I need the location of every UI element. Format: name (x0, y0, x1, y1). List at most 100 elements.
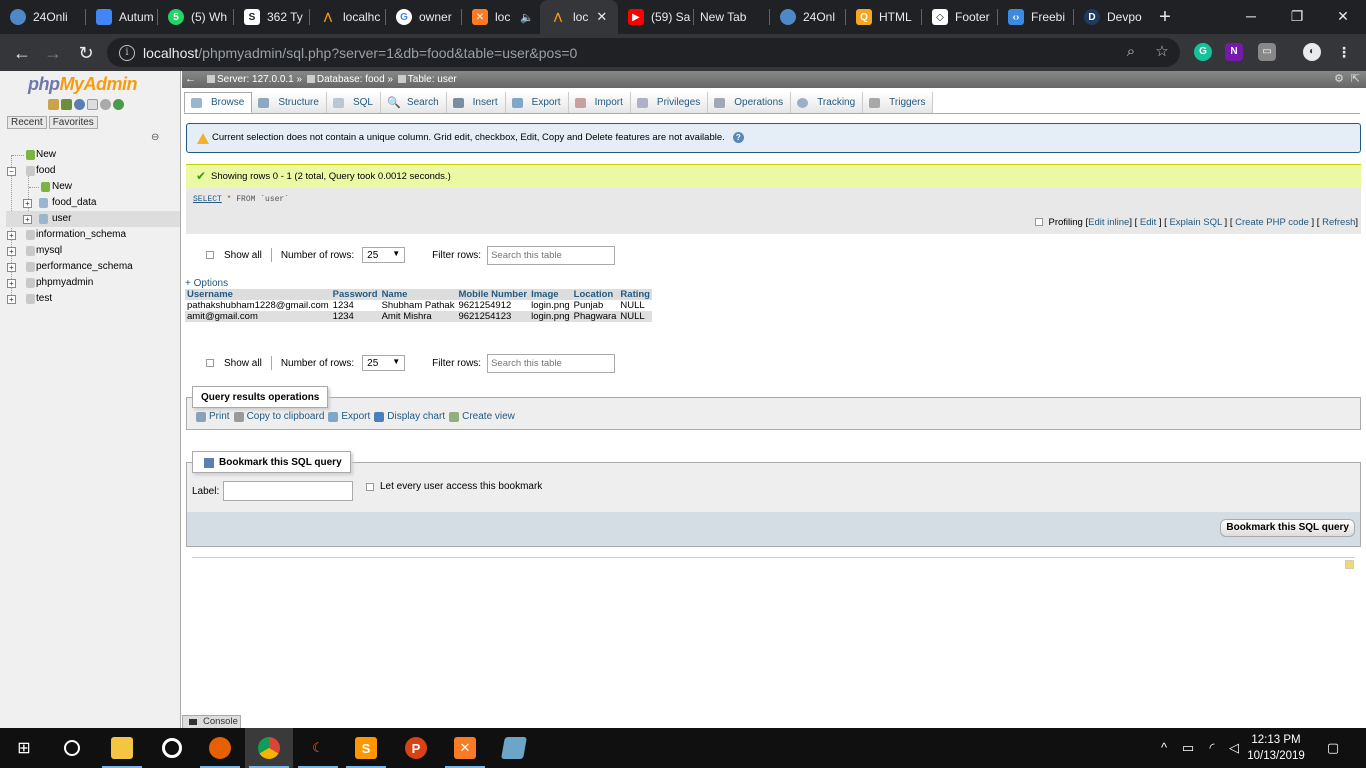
bookmark-star-icon[interactable]: ☆ (1152, 42, 1172, 62)
tab-triggers[interactable]: Triggers (863, 92, 934, 113)
edit-inline-link[interactable]: Edit inline (1088, 217, 1129, 228)
collapse-nav-icon[interactable]: ← (185, 71, 196, 88)
filter-rows-input[interactable] (487, 353, 616, 373)
page-settings-icon[interactable] (1345, 560, 1354, 569)
collapse-icon[interactable]: ⇱ (1351, 71, 1360, 88)
column-header-username[interactable]: Username (185, 289, 331, 300)
column-header-password[interactable]: Password (330, 289, 380, 300)
sql-query[interactable]: SELECT * FROM `user` (193, 195, 289, 204)
help-icon[interactable] (74, 99, 85, 110)
tree-item-food-data[interactable]: + food_data (6, 195, 180, 211)
filter-rows-input[interactable] (487, 245, 616, 265)
audio-icon[interactable]: 🔈 (520, 11, 534, 24)
expand-icon[interactable]: + (7, 247, 16, 256)
column-header-mobile[interactable]: Mobile Number (456, 289, 530, 300)
tree-item-user[interactable]: + user (6, 211, 180, 227)
breadcrumb-database[interactable]: Database: food (317, 74, 385, 85)
start-button[interactable]: ⊞ (0, 728, 48, 768)
create-view-link[interactable]: Create view (449, 411, 515, 422)
site-info-icon[interactable]: i (119, 44, 135, 61)
expand-icon[interactable]: + (23, 199, 32, 208)
edit-link[interactable]: Edit (1140, 217, 1156, 228)
close-tab-icon[interactable]: ✕ (596, 9, 607, 25)
browser-tab[interactable]: ⋀ localhc (310, 0, 386, 34)
docs-icon[interactable] (87, 99, 98, 110)
expand-icon[interactable]: + (7, 231, 16, 240)
taskbar-app[interactable] (490, 728, 538, 768)
browser-tab-active[interactable]: ⋀ loc ✕ (540, 0, 618, 34)
tab-structure[interactable]: Structure (252, 92, 327, 113)
close-window-button[interactable]: ✕ (1320, 0, 1366, 34)
battery-icon[interactable]: ▭ (1178, 728, 1198, 768)
copy-to-clipboard-link[interactable]: Copy to clipboard (233, 411, 324, 422)
tab-browse[interactable]: Browse (184, 92, 253, 113)
browser-tab[interactable]: ‹› Freebi (998, 0, 1074, 34)
browser-tab[interactable]: ✕ loc 🔈 (462, 0, 540, 34)
tab-sql[interactable]: SQL (326, 92, 381, 113)
extension-icon[interactable]: ▭ (1258, 43, 1276, 61)
column-header-name[interactable]: Name (379, 289, 457, 300)
refresh-link[interactable]: Refresh (1322, 217, 1355, 228)
column-header-rating[interactable]: Rating (618, 289, 652, 300)
browser-tab[interactable]: Autum (86, 0, 158, 34)
taskbar-postman[interactable]: P (392, 728, 440, 768)
forward-button[interactable]: → (40, 40, 66, 66)
tree-item-food[interactable]: − food (6, 163, 180, 179)
onenote-icon[interactable]: N (1225, 43, 1243, 61)
tree-item-new[interactable]: New (6, 147, 180, 163)
explain-sql-link[interactable]: Explain SQL (1169, 217, 1221, 228)
column-header-location[interactable]: Location (571, 289, 619, 300)
taskbar-sublime[interactable]: S (342, 728, 390, 768)
column-header-image[interactable]: Image (529, 289, 572, 300)
tab-privileges[interactable]: Privileges (630, 92, 709, 113)
every-user-checkbox[interactable] (366, 482, 374, 491)
gear-icon[interactable]: ⚙ (1334, 71, 1344, 88)
tree-item-phpmyadmin[interactable]: + phpmyadmin (6, 275, 180, 291)
restore-button[interactable]: ❐ (1274, 0, 1320, 34)
tree-item-performance-schema[interactable]: + performance_schema (6, 259, 180, 275)
show-all-checkbox[interactable] (206, 359, 214, 367)
taskbar-firefox[interactable] (196, 728, 244, 768)
system-clock[interactable]: 12:13 PM 10/13/2019 (1241, 732, 1311, 764)
tab-search[interactable]: 🔍 Search (380, 92, 447, 113)
tab-insert[interactable]: Insert (446, 92, 506, 113)
print-link[interactable]: Print (196, 411, 230, 422)
tree-item-test[interactable]: + test (6, 291, 180, 307)
reload-button[interactable]: ↻ (73, 40, 99, 66)
breadcrumb-table[interactable]: Table: user (408, 74, 457, 85)
profiling-checkbox[interactable] (1034, 218, 1043, 227)
address-bar[interactable]: i localhost/phpmyadmin/sql.php?server=1&… (107, 38, 1180, 67)
browser-tab[interactable]: 5 (5) Wh (158, 0, 234, 34)
back-button[interactable]: ← (9, 40, 35, 66)
zoom-icon[interactable]: ⌕ (1121, 42, 1141, 62)
tab-operations[interactable]: Operations (708, 92, 792, 113)
options-link[interactable]: + Options (185, 278, 228, 289)
link-with-main-icon[interactable]: ⊖ (151, 132, 159, 143)
table-row[interactable]: pathakshubham1228@gmail.com 1234 Shubham… (185, 300, 652, 311)
browser-tab[interactable]: S 362 Ty (234, 0, 310, 34)
browser-tab[interactable]: 24Onli (0, 0, 86, 34)
table-row[interactable]: amit@gmail.com 1234 Amit Mishra 96212541… (185, 311, 652, 322)
wifi-icon[interactable]: ◜ (1202, 728, 1222, 768)
grammarly-icon[interactable]: G (1194, 43, 1212, 61)
home-icon[interactable] (48, 99, 59, 110)
bookmark-query-button[interactable]: Bookmark this SQL query (1220, 519, 1355, 537)
taskbar-app[interactable] (148, 728, 196, 768)
collapse-icon[interactable]: − (7, 167, 16, 176)
expand-icon[interactable]: + (7, 279, 16, 288)
browser-tab[interactable]: Gowner (386, 0, 462, 34)
rows-per-page-select[interactable]: 25 (362, 247, 406, 263)
expand-icon[interactable]: + (7, 295, 16, 304)
recent-tab[interactable]: Recent (7, 116, 47, 129)
tab-import[interactable]: Import (568, 92, 631, 113)
taskbar-eclipse[interactable]: ☾ (294, 728, 342, 768)
rows-per-page-select[interactable]: 25 (362, 355, 406, 371)
show-hidden-icons[interactable]: ^ (1154, 728, 1174, 768)
settings-icon[interactable] (100, 99, 111, 110)
display-chart-link[interactable]: Display chart (374, 411, 445, 422)
minimize-button[interactable]: ─ (1228, 0, 1274, 34)
logout-icon[interactable] (61, 99, 72, 110)
bookmark-label-input[interactable] (223, 481, 353, 501)
new-tab-button[interactable]: + (1153, 5, 1177, 29)
browser-tab[interactable]: Q HTML (846, 0, 922, 34)
